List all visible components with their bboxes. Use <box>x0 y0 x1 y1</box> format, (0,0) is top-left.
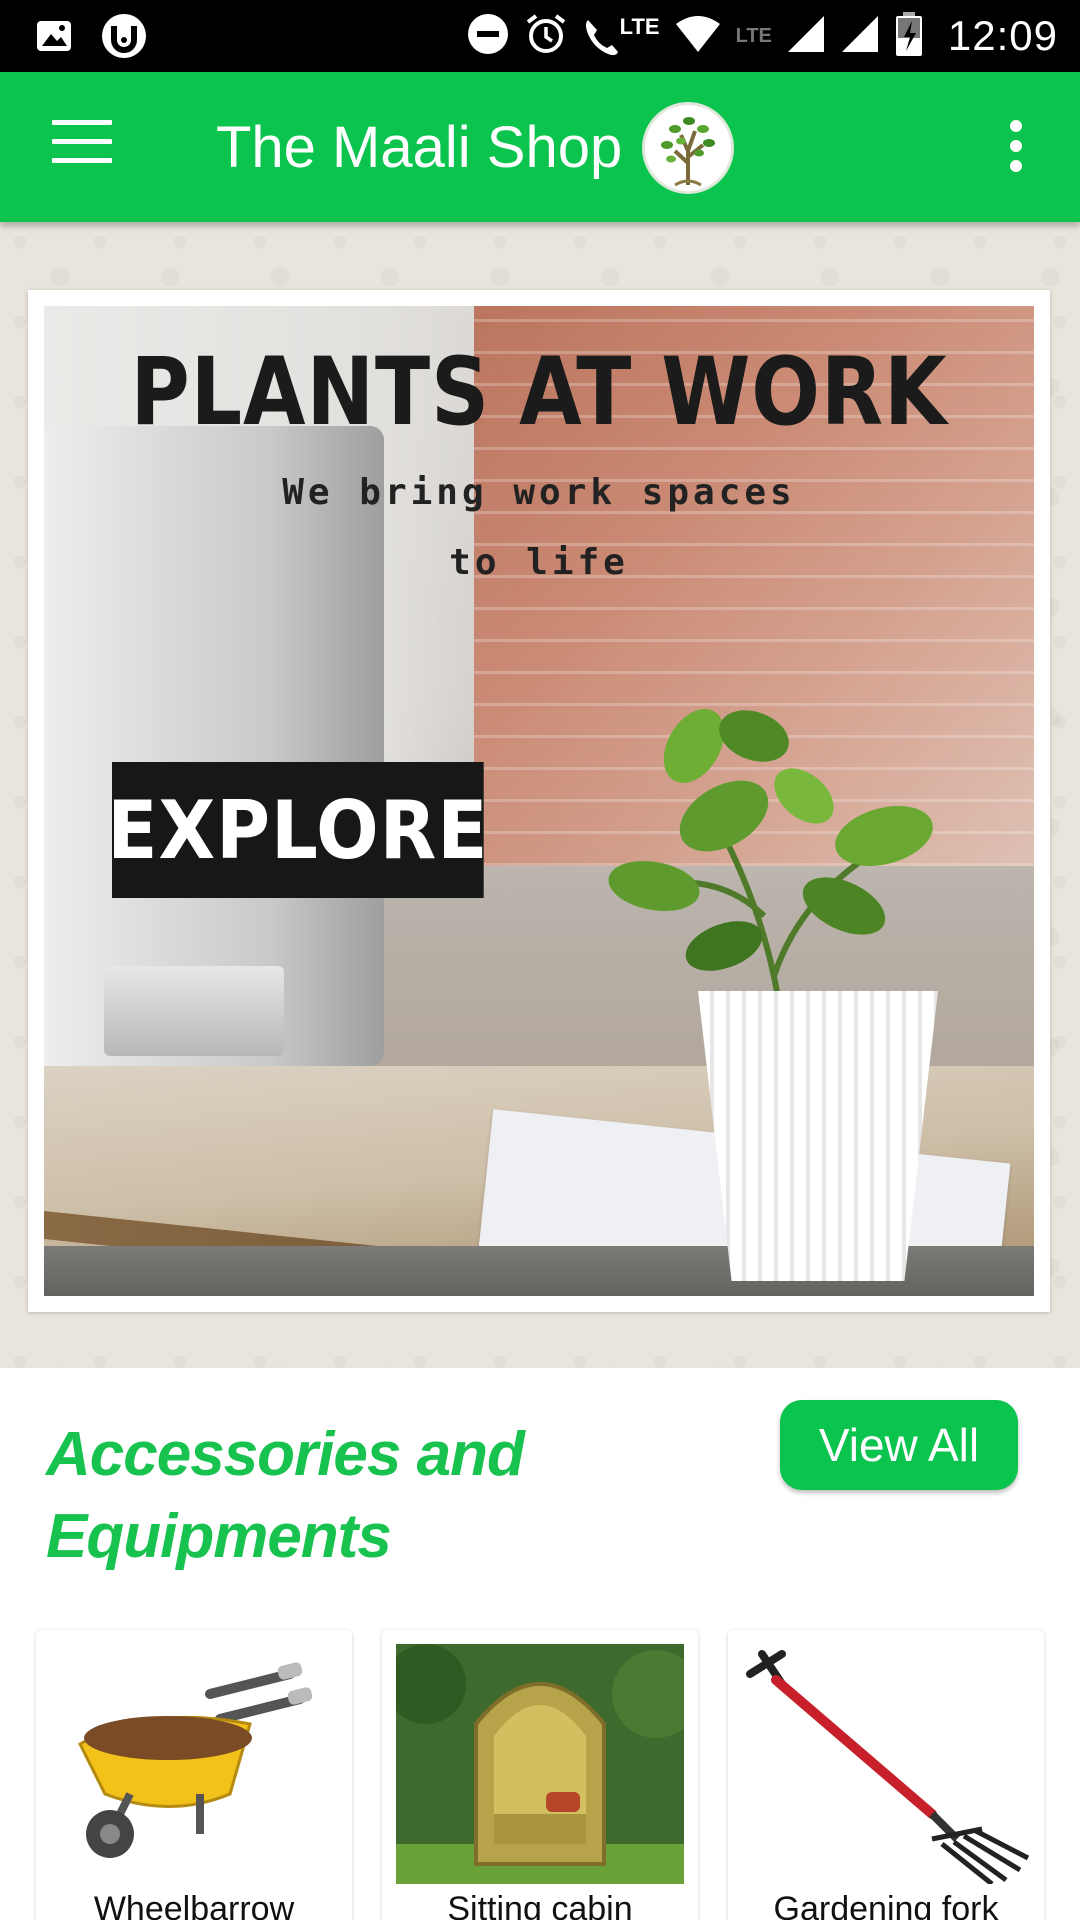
plant-graphic <box>608 709 933 1036</box>
app-bar: The Maali Shop <box>0 72 1080 222</box>
signal-icon <box>786 14 826 59</box>
tree-logo <box>642 102 734 194</box>
banner-subline: We bring work spaces to life <box>44 458 1034 598</box>
wifi-icon <box>674 14 722 59</box>
more-vert-icon[interactable] <box>1008 120 1024 176</box>
product-card-wheelbarrow[interactable]: Wheelbarrow <box>36 1630 352 1920</box>
banner-subline-2: to life <box>449 542 629 583</box>
view-all-button[interactable]: View All <box>780 1400 1018 1490</box>
gardening-fork-image <box>746 1650 1030 1884</box>
status-bar-system: LTE LTE 12:09 <box>466 8 1058 64</box>
product-list: Wheelbarrow Sitting cabin Gardening fork <box>36 1630 1046 1920</box>
signal-icon: LTE <box>736 25 772 48</box>
product-name: Wheelbarrow <box>93 1890 295 1920</box>
banner-area: PLANTS AT WORK We bring work spaces to l… <box>0 222 1080 1368</box>
product-card-sitting-cabin[interactable]: Sitting cabin <box>382 1630 698 1920</box>
pot-graphic <box>698 991 938 1281</box>
banner-subline-1: We bring work spaces <box>282 472 796 513</box>
section-title: Accessories and Equipments <box>46 1420 525 1571</box>
hamburger-menu-icon[interactable] <box>52 120 112 172</box>
product-name: Sitting cabin <box>447 1890 633 1920</box>
promo-banner[interactable]: PLANTS AT WORK We bring work spaces to l… <box>28 290 1050 1312</box>
accessories-section: Accessories and Equipments View All Whee… <box>0 1368 1080 1920</box>
dnd-icon <box>466 12 510 61</box>
banner-headline: PLANTS AT WORK <box>130 338 948 447</box>
signal-icon <box>840 14 880 59</box>
torrent-icon <box>100 12 148 65</box>
lte-label-secondary: LTE <box>735 24 772 47</box>
product-card-gardening-fork[interactable]: Gardening fork <box>728 1630 1044 1920</box>
app-title: The Maali Shop <box>216 115 623 180</box>
battery-charging-icon <box>894 11 924 62</box>
volte-call-icon: LTE <box>582 14 660 58</box>
lte-label: LTE <box>619 14 660 39</box>
explore-button[interactable]: EXPLORE <box>107 762 488 898</box>
alarm-icon <box>524 12 568 61</box>
gallery-icon <box>34 16 74 61</box>
banner-image: PLANTS AT WORK We bring work spaces to l… <box>44 306 1034 1296</box>
sitting-cabin-image <box>396 1644 684 1884</box>
product-name: Gardening fork <box>773 1890 999 1920</box>
status-bar: LTE LTE 12:09 <box>0 0 1080 72</box>
clock: 12:09 <box>947 12 1058 59</box>
status-bar-notifications <box>34 12 148 65</box>
wheelbarrow-image <box>78 1662 313 1858</box>
